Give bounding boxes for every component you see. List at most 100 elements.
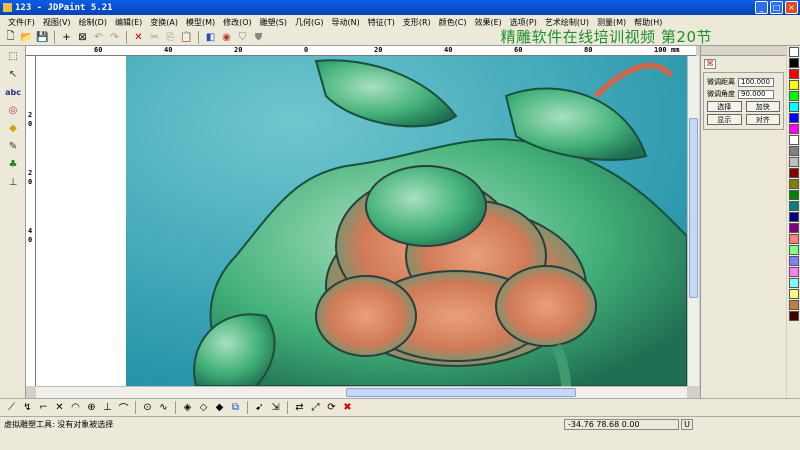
mirror-icon[interactable]: ⇄ [292,401,307,415]
color-swatch[interactable] [789,168,799,178]
status-bar: 虚拟雕塑工具: 没有对象被选择 -34.76 78.68 0.00 U [0,416,800,432]
paste-icon[interactable]: 📋 [179,30,194,44]
diamond-alt-icon[interactable]: ◇ [196,401,211,415]
remove-icon[interactable]: ✖ [340,401,355,415]
rotate-icon[interactable]: ⟳ [324,401,339,415]
arrow-tool-icon[interactable]: ➹ [252,401,267,415]
color-swatch[interactable] [789,124,799,134]
minimize-button[interactable]: _ [755,1,768,14]
color-swatch[interactable] [789,80,799,90]
shade-icon[interactable]: ◧ [203,30,218,44]
close-button[interactable]: × [785,1,798,14]
open-folder-icon[interactable]: 📂 [19,30,34,44]
cursor-coordinates: -34.76 78.68 0.00 [564,419,679,430]
select-box-icon[interactable]: ⊠ [75,30,90,44]
menu-item-8[interactable]: 几何(G) [291,17,327,28]
color-swatch[interactable] [789,234,799,244]
snap-tool-icon[interactable]: ⇲ [268,401,283,415]
shape-tool-icon[interactable]: ◆ [3,120,23,136]
save-icon[interactable]: 💾 [35,30,50,44]
node-tool-icon[interactable]: ↖ [3,66,23,82]
diamond-fill-icon[interactable]: ◆ [212,401,227,415]
corner-tool-icon[interactable]: ⌐ [36,401,51,415]
menu-item-10[interactable]: 特征(T) [364,17,399,28]
fill-tool-icon[interactable]: ♣ [3,156,23,172]
color-swatch[interactable] [789,69,799,79]
color-swatch[interactable] [789,113,799,123]
speed-button[interactable]: 加快 [745,101,780,112]
ruler-h-label: 100 [654,46,667,54]
layers-icon[interactable]: ⧉ [228,401,243,415]
color-swatch[interactable] [789,102,799,112]
color-swatch[interactable] [789,245,799,255]
node-edit-icon[interactable]: ⊕ [84,401,99,415]
new-file-icon[interactable]: 🗋 [3,30,18,44]
align-button[interactable]: 对齐 [745,114,780,125]
maximize-button[interactable]: □ [770,1,783,14]
color-swatch[interactable] [789,278,799,288]
select-tool-icon[interactable]: ⬚ [3,48,23,64]
color-swatch[interactable] [789,300,799,310]
perpendicular-icon[interactable]: ⊥ [100,401,115,415]
menu-item-6[interactable]: 修改(O) [219,17,256,28]
undo-icon[interactable]: ↶ [91,30,106,44]
delete-icon[interactable]: ✕ [131,30,146,44]
text-tool-icon[interactable]: abc [3,84,23,100]
diamond-icon[interactable]: ◈ [180,401,195,415]
ruler-h-label: 40 [444,46,453,54]
panel-tab-icon[interactable]: ⌘ [704,59,716,69]
menu-item-4[interactable]: 变换(A) [146,17,182,28]
circle-tool-icon[interactable]: ◎ [3,102,23,118]
intersect-tool-icon[interactable]: ✕ [52,401,67,415]
color-swatch[interactable] [789,311,799,321]
ruler-h-label: 20 [234,46,243,54]
color-swatch[interactable] [789,179,799,189]
cut-icon[interactable]: ✂ [147,30,162,44]
measure-tool-icon[interactable]: ⊥ [3,174,23,190]
menu-item-9[interactable]: 导动(N) [327,17,363,28]
curve-icon[interactable]: ∿ [156,401,171,415]
color-swatch[interactable] [789,91,799,101]
redo-icon[interactable]: ↷ [107,30,122,44]
color-swatch[interactable] [789,146,799,156]
line-tool-icon[interactable]: ⟋ [4,401,19,415]
shield-alt-icon[interactable]: ⛊ [251,30,266,44]
color-swatch[interactable] [789,157,799,167]
menu-item-3[interactable]: 编辑(E) [111,17,146,28]
menu-item-1[interactable]: 视图(V) [39,17,75,28]
crosshair-icon[interactable]: + [59,30,74,44]
vertical-scrollbar[interactable] [687,56,699,386]
menu-item-7[interactable]: 雕塑(S) [256,17,291,28]
adjust-distance-input[interactable] [738,77,774,87]
color-swatch[interactable] [789,289,799,299]
color-swatch[interactable] [789,58,799,68]
menu-item-12[interactable]: 颜色(C) [435,17,471,28]
color-swatch[interactable] [789,223,799,233]
scale-icon[interactable]: ⤢ [308,401,323,415]
trim-tool-icon[interactable]: ↯ [20,401,35,415]
shield-icon[interactable]: ⛉ [235,30,250,44]
color-swatch[interactable] [789,47,799,57]
view-icon[interactable]: ◉ [219,30,234,44]
color-swatch[interactable] [789,135,799,145]
adjust-distance-label: 微调距离 [707,78,735,86]
color-swatch[interactable] [789,256,799,266]
color-swatch[interactable] [789,212,799,222]
tangent-icon[interactable]: ⌒ [116,401,131,415]
color-swatch[interactable] [789,190,799,200]
menu-item-0[interactable]: 文件(F) [4,17,39,28]
arc-tool-icon[interactable]: ◠ [68,401,83,415]
color-swatch[interactable] [789,267,799,277]
horizontal-scrollbar[interactable] [36,386,687,398]
select-button[interactable]: 选择 [707,101,742,112]
point-icon[interactable]: ⊙ [140,401,155,415]
menu-item-2[interactable]: 绘制(D) [75,17,111,28]
copy-icon[interactable]: ⎘ [163,30,178,44]
show-button[interactable]: 显示 [707,114,742,125]
drawing-canvas[interactable] [36,56,687,386]
adjust-angle-input[interactable] [738,89,774,99]
pen-tool-icon[interactable]: ✎ [3,138,23,154]
color-swatch[interactable] [789,201,799,211]
menu-item-11[interactable]: 支形(R) [399,17,435,28]
menu-item-5[interactable]: 模型(M) [182,17,219,28]
